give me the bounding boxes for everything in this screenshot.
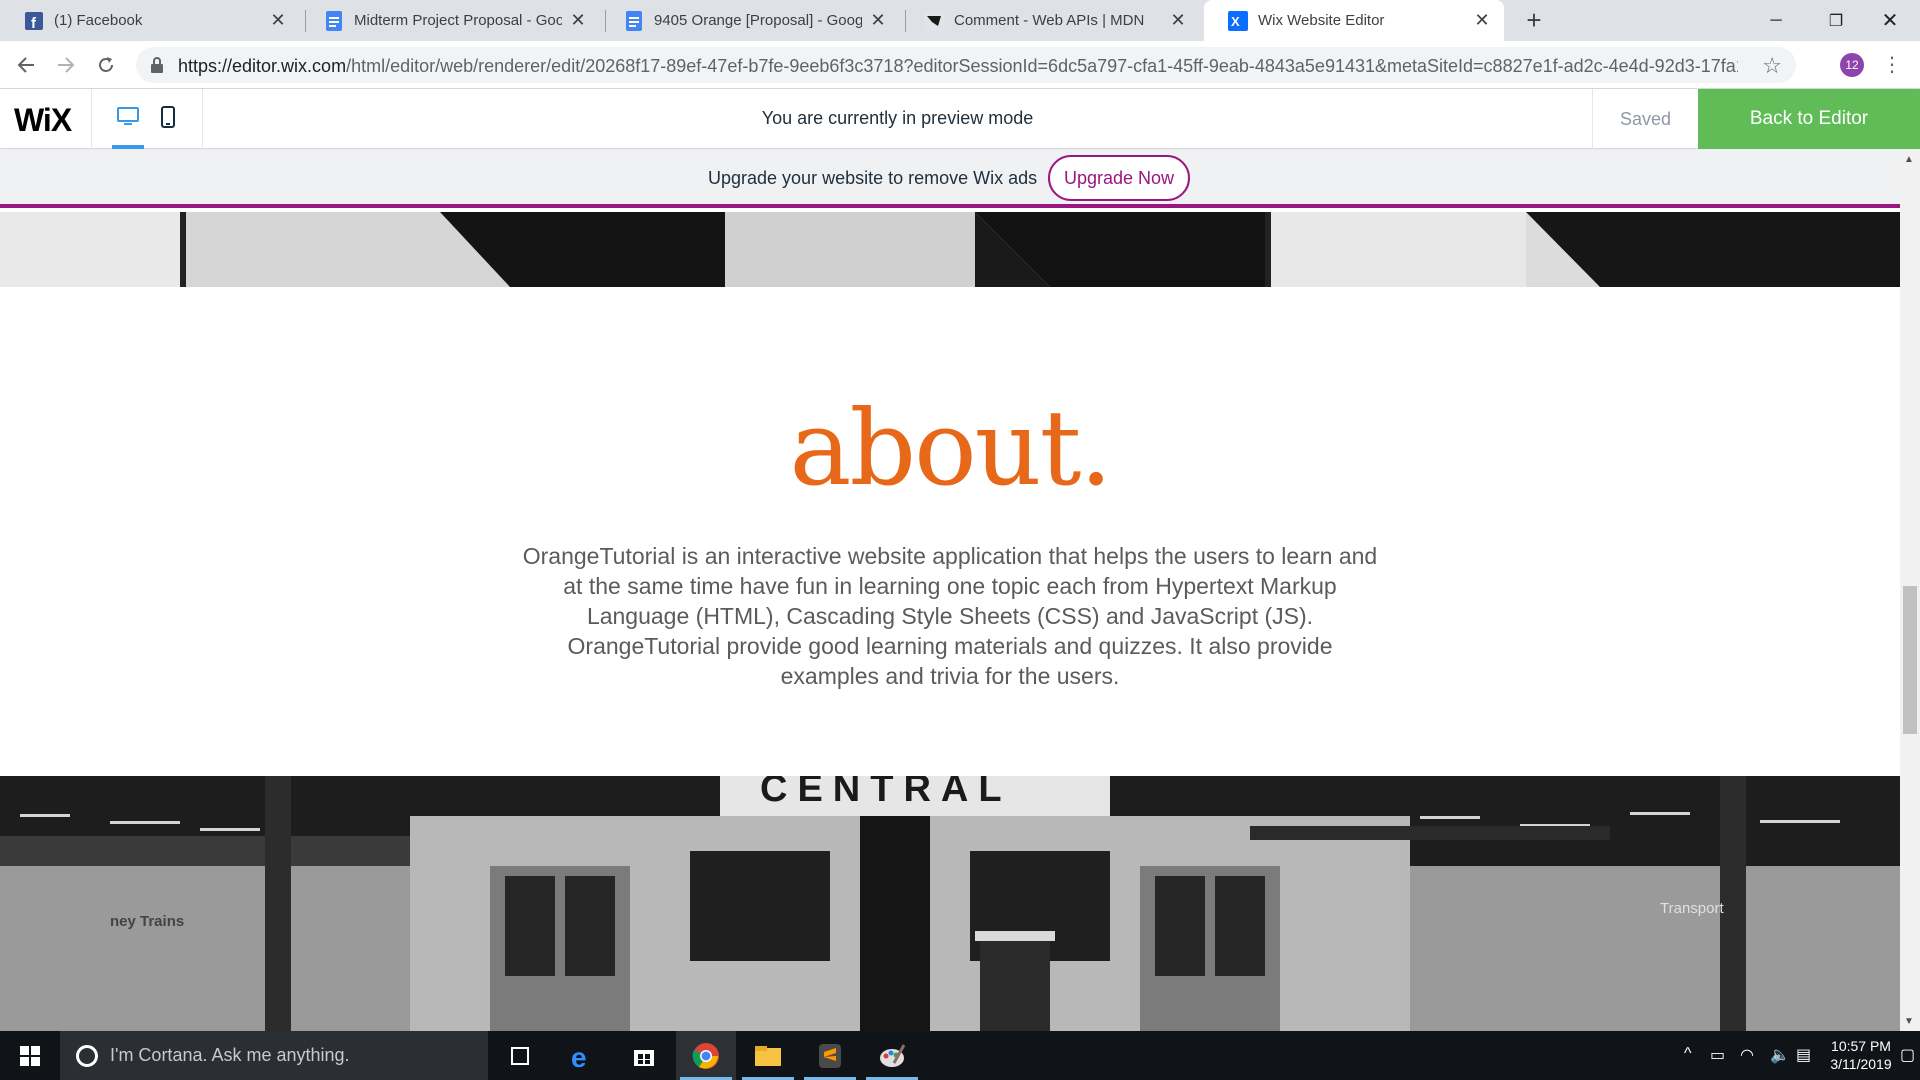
- close-tab-icon[interactable]: ✕: [568, 10, 588, 31]
- tab-title: Wix Website Editor: [1258, 12, 1385, 29]
- mobile-view-icon[interactable]: [152, 101, 184, 133]
- close-tab-icon[interactable]: ✕: [1168, 10, 1188, 31]
- bookmark-star-icon[interactable]: ☆: [1762, 53, 1782, 79]
- tab-orange-proposal[interactable]: 9405 Orange [Proposal] - Google ✕: [600, 0, 900, 41]
- hero-image-strip: [0, 212, 1900, 287]
- forward-arrow-icon[interactable]: [50, 49, 82, 81]
- new-tab-button[interactable]: +: [1520, 6, 1548, 34]
- wifi-icon[interactable]: ◠: [1740, 1045, 1754, 1065]
- paint-icon[interactable]: [862, 1031, 922, 1080]
- back-arrow-icon[interactable]: [10, 49, 42, 81]
- task-view-icon[interactable]: [490, 1031, 550, 1080]
- station-sign: CENTRAL: [760, 776, 1012, 810]
- tab-title: Comment - Web APIs | MDN: [954, 12, 1145, 29]
- cortana-icon: [76, 1044, 98, 1067]
- tab-midterm-proposal[interactable]: Midterm Project Proposal - Goog ✕: [300, 0, 600, 41]
- mdn-icon: [924, 10, 944, 31]
- back-to-editor-button[interactable]: Back to Editor: [1698, 89, 1920, 149]
- wix-icon: X: [1228, 10, 1248, 31]
- desktop-view-icon[interactable]: [112, 101, 144, 133]
- divider: [91, 89, 92, 149]
- close-tab-icon[interactable]: ✕: [268, 10, 288, 31]
- tab-facebook[interactable]: f (1) Facebook ✕: [0, 0, 300, 41]
- scroll-up-icon[interactable]: ▲: [1904, 154, 1914, 165]
- page-scrollbar[interactable]: ▲ ▼: [1900, 150, 1920, 1031]
- profile-avatar[interactable]: 12: [1840, 53, 1864, 77]
- volume-icon[interactable]: 🔈: [1770, 1045, 1790, 1065]
- train-logo-right: Transport: [1660, 900, 1724, 917]
- close-window-icon[interactable]: ✕: [1860, 0, 1920, 41]
- cortana-search-box[interactable]: I'm Cortana. Ask me anything.: [60, 1031, 488, 1080]
- about-section: about. OrangeTutorial is an interactive …: [0, 287, 1900, 776]
- windows-taskbar: I'm Cortana. Ask me anything. e ^ ▭ ◠ 🔈 …: [0, 1031, 1920, 1080]
- browser-menu-icon[interactable]: ⋮: [1882, 51, 1902, 79]
- train-logo-left: ney Trains: [110, 913, 185, 930]
- keyboard-icon[interactable]: ▤: [1796, 1045, 1811, 1065]
- url-path: /html/editor/web/renderer/edit/20268f17-…: [346, 56, 1738, 76]
- close-tab-icon[interactable]: ✕: [868, 10, 888, 31]
- url-host: https://editor.wix.com: [178, 56, 347, 76]
- lock-icon: [150, 57, 164, 78]
- sublime-text-icon[interactable]: [800, 1031, 860, 1080]
- about-heading: about.: [789, 387, 1112, 509]
- active-device-indicator: [112, 145, 144, 149]
- address-bar[interactable]: https://editor.wix.com/html/editor/web/r…: [136, 47, 1796, 83]
- browser-toolbar: https://editor.wix.com/html/editor/web/r…: [0, 41, 1920, 89]
- svg-text:e: e: [571, 1043, 587, 1069]
- browser-tab-strip: f (1) Facebook ✕ Midterm Project Proposa…: [0, 0, 1920, 41]
- tab-mdn[interactable]: Comment - Web APIs | MDN ✕: [900, 0, 1200, 41]
- windows-start-icon[interactable]: [0, 1031, 60, 1080]
- restore-icon[interactable]: ❐: [1806, 0, 1866, 41]
- system-clock[interactable]: 10:57 PM 3/11/2019: [1826, 1037, 1896, 1073]
- train-station-image: CENTRAL ney Trains Transport: [0, 776, 1900, 1031]
- svg-text:X: X: [1231, 14, 1240, 29]
- scrollbar-thumb[interactable]: [1903, 586, 1917, 734]
- chrome-icon[interactable]: [676, 1031, 736, 1080]
- scroll-down-icon[interactable]: ▼: [1904, 1016, 1914, 1027]
- preview-mode-message: You are currently in preview mode: [761, 108, 1034, 128]
- tab-title: (1) Facebook: [54, 12, 143, 29]
- close-tab-icon[interactable]: ✕: [1472, 10, 1492, 31]
- cortana-placeholder: I'm Cortana. Ask me anything.: [110, 1045, 350, 1065]
- saved-status: Saved: [1592, 89, 1698, 149]
- divider: [202, 89, 203, 149]
- wix-preview-bar: WiX You are currently in preview mode Sa…: [0, 89, 1920, 149]
- tab-title: Midterm Project Proposal - Goog: [354, 12, 562, 29]
- reload-icon[interactable]: [90, 49, 122, 81]
- clock-time: 10:57 PM: [1831, 1038, 1891, 1054]
- google-docs-icon: [624, 10, 644, 31]
- clock-date: 3/11/2019: [1830, 1056, 1892, 1072]
- file-explorer-icon[interactable]: [738, 1031, 798, 1080]
- upgrade-now-button[interactable]: Upgrade Now: [1048, 155, 1190, 201]
- about-paragraph: OrangeTutorial is an interactive website…: [522, 543, 1378, 689]
- edge-icon[interactable]: e: [552, 1031, 612, 1080]
- upgrade-message: Upgrade your website to remove Wix ads: [708, 168, 1038, 188]
- url-text: https://editor.wix.com/html/editor/web/r…: [178, 56, 1738, 77]
- tab-title: 9405 Orange [Proposal] - Google: [654, 12, 862, 29]
- google-docs-icon: [324, 10, 344, 31]
- upgrade-banner: Upgrade your website to remove Wix ads U…: [0, 150, 1900, 208]
- store-icon[interactable]: [614, 1031, 674, 1080]
- minimize-icon[interactable]: ─: [1746, 0, 1806, 41]
- battery-icon[interactable]: ▭: [1710, 1045, 1725, 1065]
- tab-wix-editor[interactable]: X Wix Website Editor ✕: [1204, 0, 1504, 41]
- facebook-icon: f: [24, 11, 44, 31]
- action-center-icon[interactable]: ▢: [1900, 1045, 1915, 1065]
- wix-logo[interactable]: WiX: [14, 102, 72, 139]
- show-hidden-icons[interactable]: ^: [1684, 1045, 1692, 1063]
